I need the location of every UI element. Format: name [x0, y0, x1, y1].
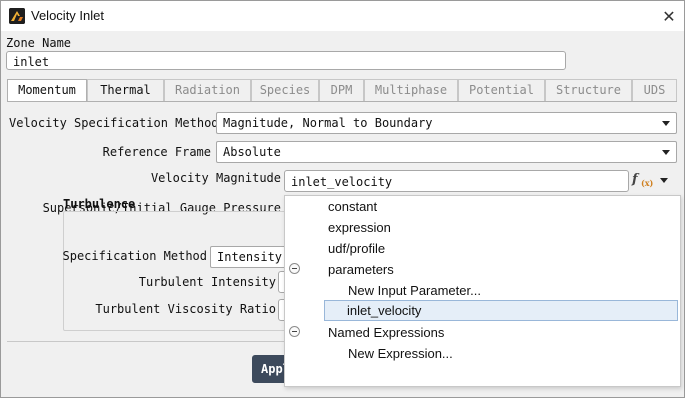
spec-method-value: Intensity [217, 250, 283, 264]
tab-structure[interactable]: Structure [545, 79, 632, 101]
collapse-icon[interactable] [289, 326, 300, 337]
velocity-inlet-dialog: Velocity Inlet ✕ Zone Name inlet Momentu… [0, 0, 685, 398]
chevron-down-icon [662, 150, 670, 155]
fluent-logo-icon [9, 8, 25, 24]
spec-method-dropdown[interactable]: Intensity [210, 246, 290, 268]
value-type-menu: constant expression udf/profile paramete… [284, 195, 681, 387]
menu-item-new-input-parameter[interactable]: New Input Parameter... [348, 280, 481, 301]
velocity-spec-label: Velocity Specification Method [9, 116, 219, 130]
turbulent-intensity-label: Turbulent Intensity [138, 275, 276, 289]
window-title: Velocity Inlet [31, 8, 104, 23]
menu-item-inlet-velocity[interactable]: inlet_velocity [324, 300, 678, 321]
turbulent-viscosity-label: Turbulent Viscosity Ratio [95, 302, 276, 316]
velocity-magnitude-label: Velocity Magnitude [150, 171, 281, 185]
close-icon[interactable]: ✕ [654, 1, 684, 31]
tab-dpm[interactable]: DPM [319, 79, 364, 101]
menu-item-expression[interactable]: expression [328, 217, 391, 238]
collapse-icon[interactable] [289, 263, 300, 274]
tab-multiphase[interactable]: Multiphase [364, 79, 458, 101]
menu-item-constant[interactable]: constant [328, 196, 377, 217]
menu-item-parameters[interactable]: parameters [328, 259, 394, 280]
turbulence-title: Turbulence [63, 197, 136, 211]
expression-fx-icon[interactable]: f (x) [632, 172, 653, 190]
menu-item-new-expression[interactable]: New Expression... [348, 343, 453, 364]
menu-item-udf-profile[interactable]: udf/profile [328, 238, 385, 259]
reference-frame-label: Reference Frame [102, 145, 211, 159]
spec-method-label: Specification Method [62, 249, 208, 263]
menu-item-named-expressions[interactable]: Named Expressions [328, 322, 444, 343]
velocity-spec-value: Magnitude, Normal to Boundary [223, 116, 433, 130]
velocity-magnitude-field[interactable]: inlet_velocity [284, 170, 629, 192]
title-bar: Velocity Inlet ✕ [1, 1, 684, 31]
tab-radiation[interactable]: Radiation [164, 79, 251, 101]
tab-thermal[interactable]: Thermal [87, 79, 164, 101]
tab-species[interactable]: Species [251, 79, 319, 101]
zone-name-field[interactable]: inlet [6, 51, 566, 70]
zone-name-label: Zone Name [6, 36, 72, 50]
reference-frame-dropdown[interactable]: Absolute [216, 141, 677, 163]
velocity-spec-dropdown[interactable]: Magnitude, Normal to Boundary [216, 112, 677, 134]
tab-uds[interactable]: UDS [632, 79, 677, 101]
chevron-down-icon[interactable] [660, 178, 668, 183]
chevron-down-icon [662, 121, 670, 126]
tab-potential[interactable]: Potential [458, 79, 545, 101]
tab-momentum[interactable]: Momentum [7, 79, 87, 102]
reference-frame-value: Absolute [223, 145, 281, 159]
